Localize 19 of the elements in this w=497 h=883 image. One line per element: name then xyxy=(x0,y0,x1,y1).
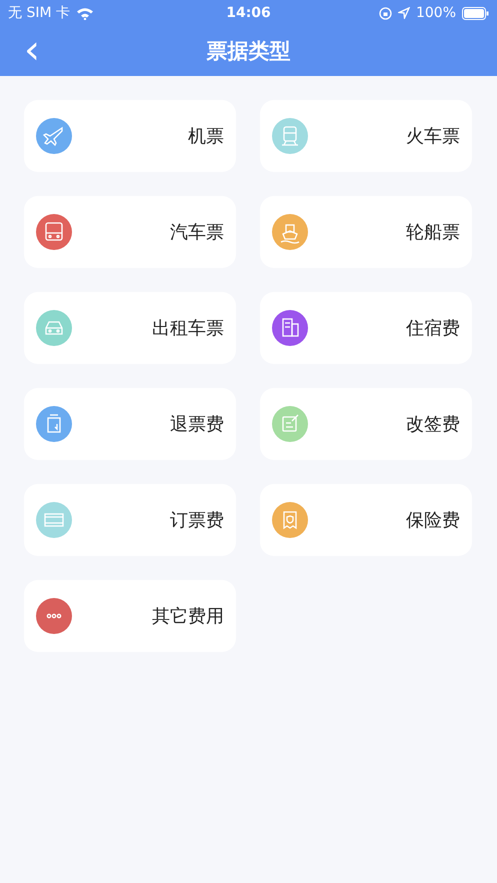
ticket-type-card[interactable]: 出租车票 xyxy=(24,292,236,364)
rotation-lock-icon xyxy=(378,6,392,20)
battery-icon xyxy=(462,6,490,20)
clock-text: 14:06 xyxy=(226,5,271,21)
ticket-type-card[interactable]: 保险费 xyxy=(260,484,472,556)
carrier-text: 无 SIM 卡 xyxy=(8,4,70,22)
ticket-type-card[interactable]: 改签费 xyxy=(260,388,472,460)
ticket-type-card[interactable]: 其它费用 xyxy=(24,580,236,652)
ticket-type-card[interactable]: 轮船票 xyxy=(260,196,472,268)
ticket-type-card[interactable]: 住宿费 xyxy=(260,292,472,364)
page-title: 票据类型 xyxy=(206,38,290,65)
ticket-type-card[interactable]: 汽车票 xyxy=(24,196,236,268)
battery-text: 100% xyxy=(416,5,456,21)
ticket-type-card[interactable]: 退票费 xyxy=(24,388,236,460)
location-icon xyxy=(398,7,410,19)
ticket-type-card[interactable]: 订票费 xyxy=(24,484,236,556)
ticket-type-card[interactable]: 机票 xyxy=(24,100,236,172)
wifi-icon xyxy=(76,6,94,20)
ticket-type-card[interactable]: 火车票 xyxy=(260,100,472,172)
